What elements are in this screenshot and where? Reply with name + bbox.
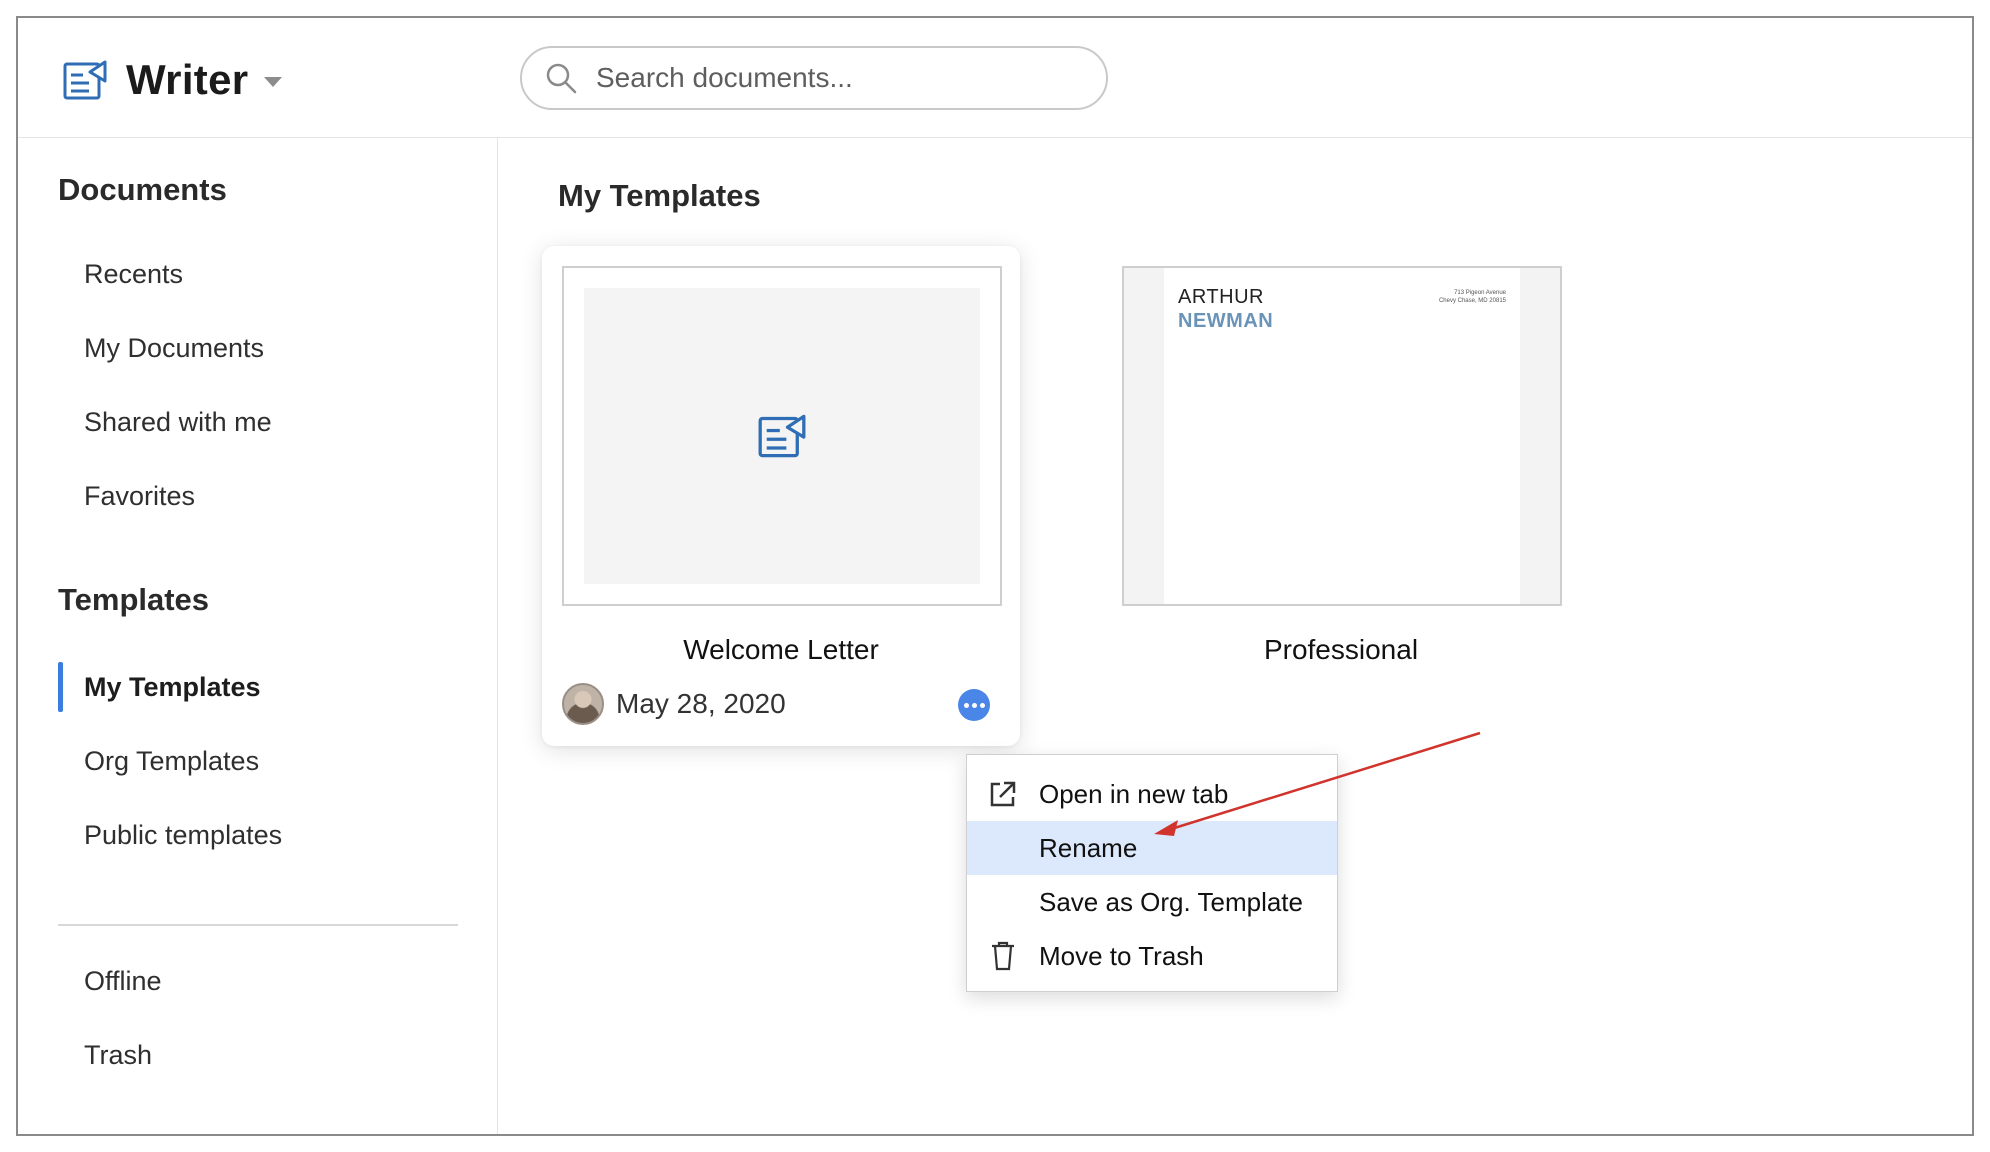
preview-last-name: NEWMAN <box>1178 310 1274 332</box>
sidebar-item-my-templates[interactable]: My Templates <box>84 667 261 707</box>
search-input[interactable] <box>596 62 1076 94</box>
documents-section-title: Documents <box>58 172 227 207</box>
sidebar-item-org-templates[interactable]: Org Templates <box>84 741 259 781</box>
page-title: My Templates <box>558 178 761 213</box>
sidebar-item-public-templates[interactable]: Public templates <box>84 815 282 855</box>
preview-first-name: ARTHUR <box>1178 286 1264 308</box>
writer-doc-icon <box>62 56 110 104</box>
menu-item-label: Move to Trash <box>1039 940 1204 971</box>
menu-item-open-in-new-tab[interactable]: Open in new tab <box>967 767 1337 821</box>
search-icon <box>544 61 578 95</box>
sidebar: Documents Recents My Documents Shared wi… <box>18 138 498 1134</box>
template-card-welcome-letter[interactable]: Welcome Letter May 28, 2020 <box>542 246 1020 746</box>
menu-item-label: Open in new tab <box>1039 778 1229 809</box>
preview-address-line1: 713 Pigeon Avenue <box>1454 290 1506 296</box>
app-switcher[interactable]: Writer <box>62 52 283 108</box>
template-date: May 28, 2020 <box>616 688 786 719</box>
trash-icon <box>987 940 1019 972</box>
menu-item-label: Save as Org. Template <box>1039 886 1303 917</box>
avatar <box>562 683 604 725</box>
template-meta: May 28, 2020 <box>562 682 786 726</box>
active-indicator <box>58 662 63 712</box>
template-title: Welcome Letter <box>683 634 879 665</box>
sidebar-item-recents[interactable]: Recents <box>84 254 183 294</box>
document-placeholder-icon <box>758 414 806 458</box>
more-options-button[interactable] <box>958 689 990 721</box>
menu-item-label: Rename <box>1039 832 1138 863</box>
thumbnail-placeholder <box>584 288 980 584</box>
top-bar: Writer <box>18 18 1972 138</box>
thumbnail-page: ARTHUR NEWMAN 713 Pigeon Avenue Chevy Ch… <box>1164 268 1520 604</box>
sidebar-item-trash[interactable]: Trash <box>84 1035 152 1075</box>
more-dot-icon <box>979 702 985 708</box>
more-dot-icon <box>971 702 977 708</box>
external-link-icon <box>987 778 1019 810</box>
menu-item-rename[interactable]: Rename <box>967 821 1337 875</box>
templates-section-title: Templates <box>58 582 210 617</box>
app-name: Writer <box>126 56 249 103</box>
template-thumbnail[interactable]: ARTHUR NEWMAN 713 Pigeon Avenue Chevy Ch… <box>1122 266 1562 606</box>
more-dot-icon <box>963 702 969 708</box>
menu-item-save-as-org-template[interactable]: Save as Org. Template <box>967 875 1337 929</box>
menu-item-move-to-trash[interactable]: Move to Trash <box>967 929 1337 983</box>
sidebar-divider <box>58 924 458 926</box>
sidebar-item-my-documents[interactable]: My Documents <box>84 328 264 368</box>
sidebar-item-offline[interactable]: Offline <box>84 961 162 1001</box>
search-box[interactable] <box>520 46 1108 110</box>
template-thumbnail[interactable] <box>562 266 1002 606</box>
sidebar-item-favorites[interactable]: Favorites <box>84 476 195 516</box>
sidebar-item-shared-with-me[interactable]: Shared with me <box>84 402 272 442</box>
template-card-professional[interactable]: ARTHUR NEWMAN 713 Pigeon Avenue Chevy Ch… <box>1102 246 1580 746</box>
chevron-down-icon <box>264 77 283 87</box>
context-menu: Open in new tab Rename Save as Org. Temp… <box>966 754 1338 992</box>
template-title: Professional <box>1263 634 1419 665</box>
app-window: Writer Documents Recents My Documents Sh… <box>16 16 1974 1136</box>
preview-address-line2: Chevy Chase, MD 20815 <box>1438 298 1506 304</box>
